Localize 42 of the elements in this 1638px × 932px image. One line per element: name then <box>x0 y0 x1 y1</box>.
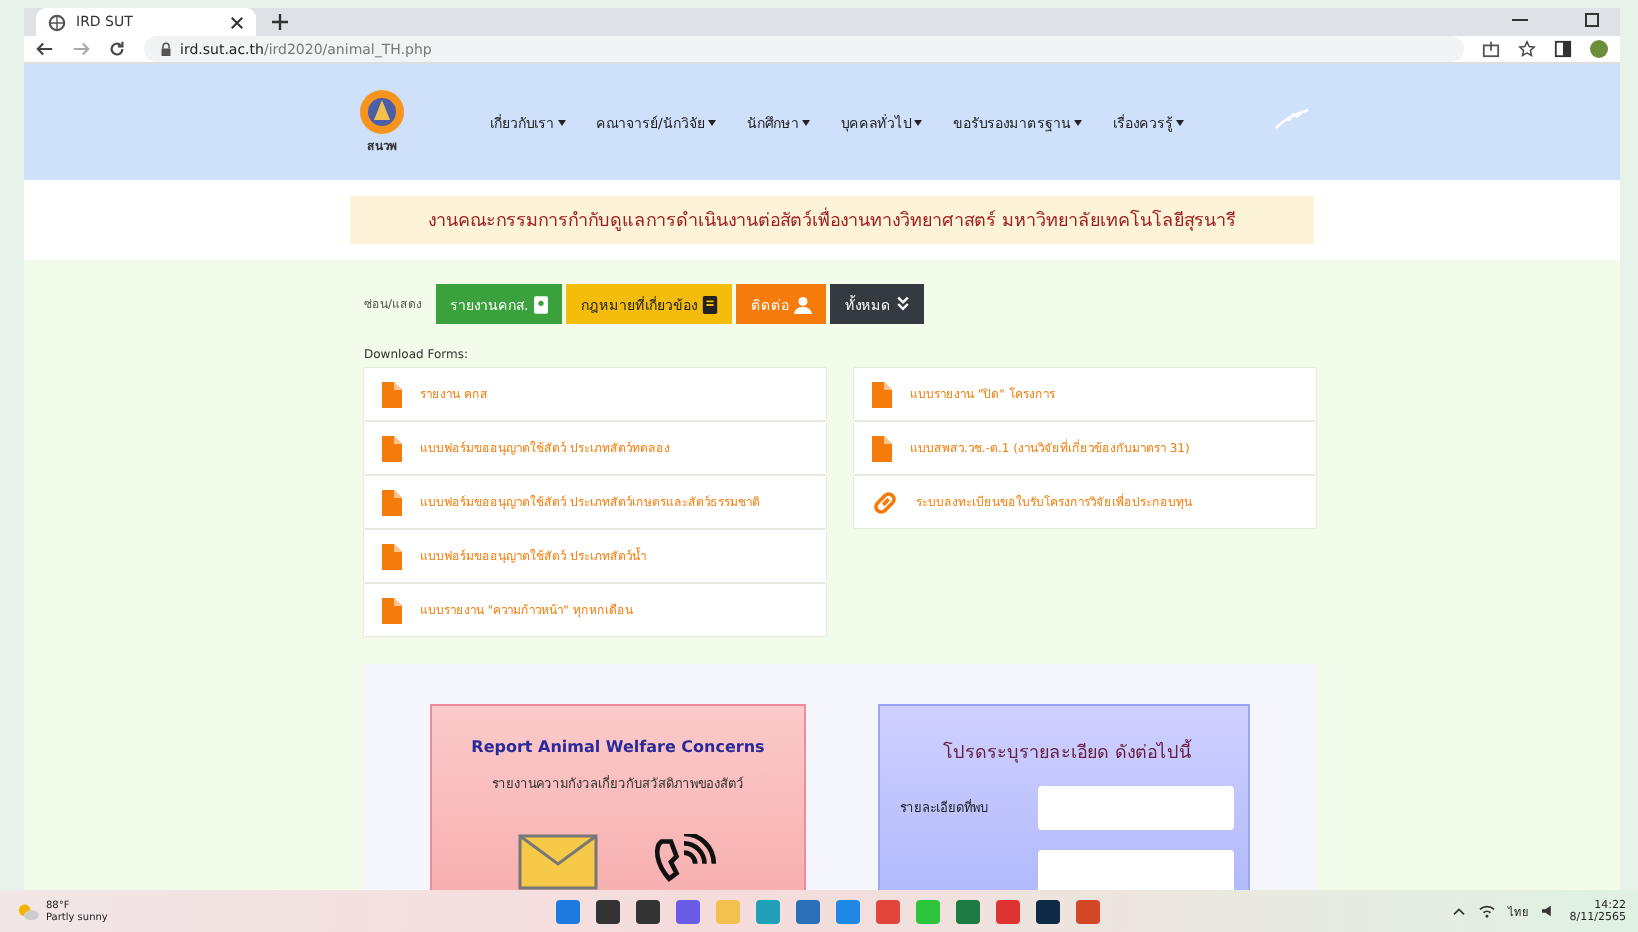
restore-icon[interactable] <box>1584 12 1600 28</box>
id-card-icon <box>534 295 549 313</box>
input-field[interactable] <box>1038 850 1234 894</box>
chevron-up-icon[interactable] <box>1451 906 1466 916</box>
envelope-icon[interactable] <box>518 834 598 890</box>
wifi-icon[interactable] <box>1477 904 1496 918</box>
close-icon[interactable] <box>230 15 244 29</box>
caret-icon <box>1176 119 1185 125</box>
file-icon <box>872 435 892 461</box>
sun-cloud-icon <box>16 901 40 921</box>
file-icon <box>872 381 892 407</box>
file-icon <box>382 543 402 569</box>
reload-icon[interactable] <box>108 40 126 58</box>
page-title-banner: งานคณะกรรมการกำกับดูแลการดำเนินงานต่อสัตว์เพื่องานทางวิทยาศาสตร์ มหาวิทยาลัยเทคโนโลยีสุรนารี <box>350 196 1314 244</box>
back-icon[interactable] <box>36 40 54 58</box>
input-field[interactable] <box>1038 786 1234 830</box>
file-icon <box>382 435 402 461</box>
details-card-title: โปรดระบุรายละเอียด ดังต่อไปนี้ <box>900 738 1234 766</box>
book-icon <box>702 295 719 313</box>
globe-icon <box>48 13 66 31</box>
sidebar-icon[interactable] <box>1554 40 1572 58</box>
link-icon <box>872 489 898 515</box>
caret-icon <box>802 119 811 125</box>
lock-icon <box>160 41 172 57</box>
taskbar-app-icon[interactable] <box>596 899 620 923</box>
file-icon <box>382 381 402 407</box>
new-tab-icon[interactable] <box>272 14 288 30</box>
file-icon <box>382 597 402 623</box>
star-icon[interactable] <box>1518 40 1536 58</box>
logo-emblem-icon <box>358 88 406 136</box>
caret-icon <box>914 119 923 125</box>
file-icon <box>382 489 402 515</box>
taskbar-app-icon[interactable] <box>636 899 660 923</box>
double-chevron-down-icon <box>896 296 911 312</box>
user-icon <box>794 295 813 313</box>
caret-icon <box>1074 119 1083 125</box>
caret-icon <box>708 119 717 125</box>
report-card-title: Report Animal Welfare Concerns <box>471 738 765 756</box>
taskbar-app-icon[interactable] <box>1036 899 1060 923</box>
profile-avatar[interactable] <box>1590 40 1608 58</box>
share-icon[interactable] <box>1482 40 1500 58</box>
caret-icon <box>558 119 566 125</box>
